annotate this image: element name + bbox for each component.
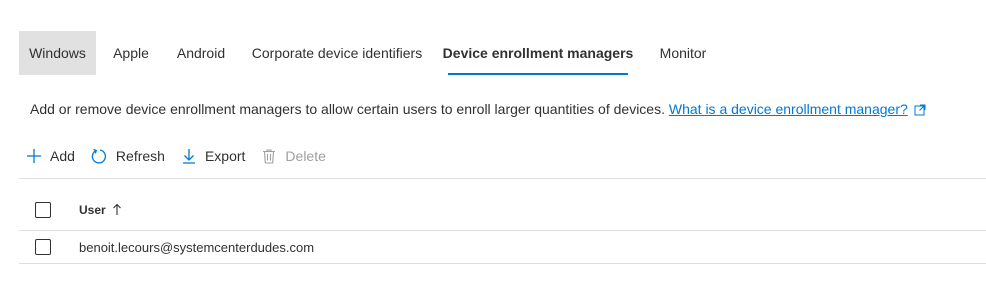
row-checkbox[interactable] [35,239,51,255]
tab-apple[interactable]: Apple [96,31,166,75]
delete-button[interactable]: Delete [261,148,326,164]
tab-corporate-device-identifiers[interactable]: Corporate device identifiers [236,31,438,75]
table-row[interactable]: benoit.lecours@systemcenterdudes.com [19,231,986,263]
tab-monitor[interactable]: Monitor [638,31,728,75]
download-icon [182,149,195,164]
add-icon [27,149,41,163]
tab-device-enrollment-managers[interactable]: Device enrollment managers [438,31,638,75]
command-bar: Add Refresh Export Delete [26,144,342,168]
grid-header: User [19,189,986,230]
dem-help-link-label: What is a device enrollment manager? [668,101,908,117]
delete-button-label: Delete [285,148,326,164]
user-cell: benoit.lecours@systemcenterdudes.com [79,239,315,255]
refresh-button[interactable]: Refresh [91,148,165,165]
export-button[interactable]: Export [181,148,245,164]
description-text: Add or remove device enrollment managers… [30,101,665,117]
trash-icon [263,149,276,164]
add-button[interactable]: Add [26,148,75,164]
external-link-icon [914,103,926,119]
refresh-button-label: Refresh [115,148,165,164]
column-header-user-label: User [79,202,106,217]
tab-android[interactable]: Android [166,31,236,75]
tab-bar: Windows Apple Android Corporate device i… [19,31,728,75]
divider [19,178,986,179]
tab-windows[interactable]: Windows [19,31,96,75]
description: Add or remove device enrollment managers… [30,101,926,119]
add-button-label: Add [50,148,75,164]
refresh-icon [91,148,106,163]
dem-help-link[interactable]: What is a device enrollment manager? [669,101,926,117]
column-header-user[interactable]: User [79,203,122,217]
select-all-checkbox[interactable] [35,201,51,218]
sort-ascending-icon [112,203,121,215]
divider [19,263,986,264]
export-button-label: Export [204,148,246,164]
